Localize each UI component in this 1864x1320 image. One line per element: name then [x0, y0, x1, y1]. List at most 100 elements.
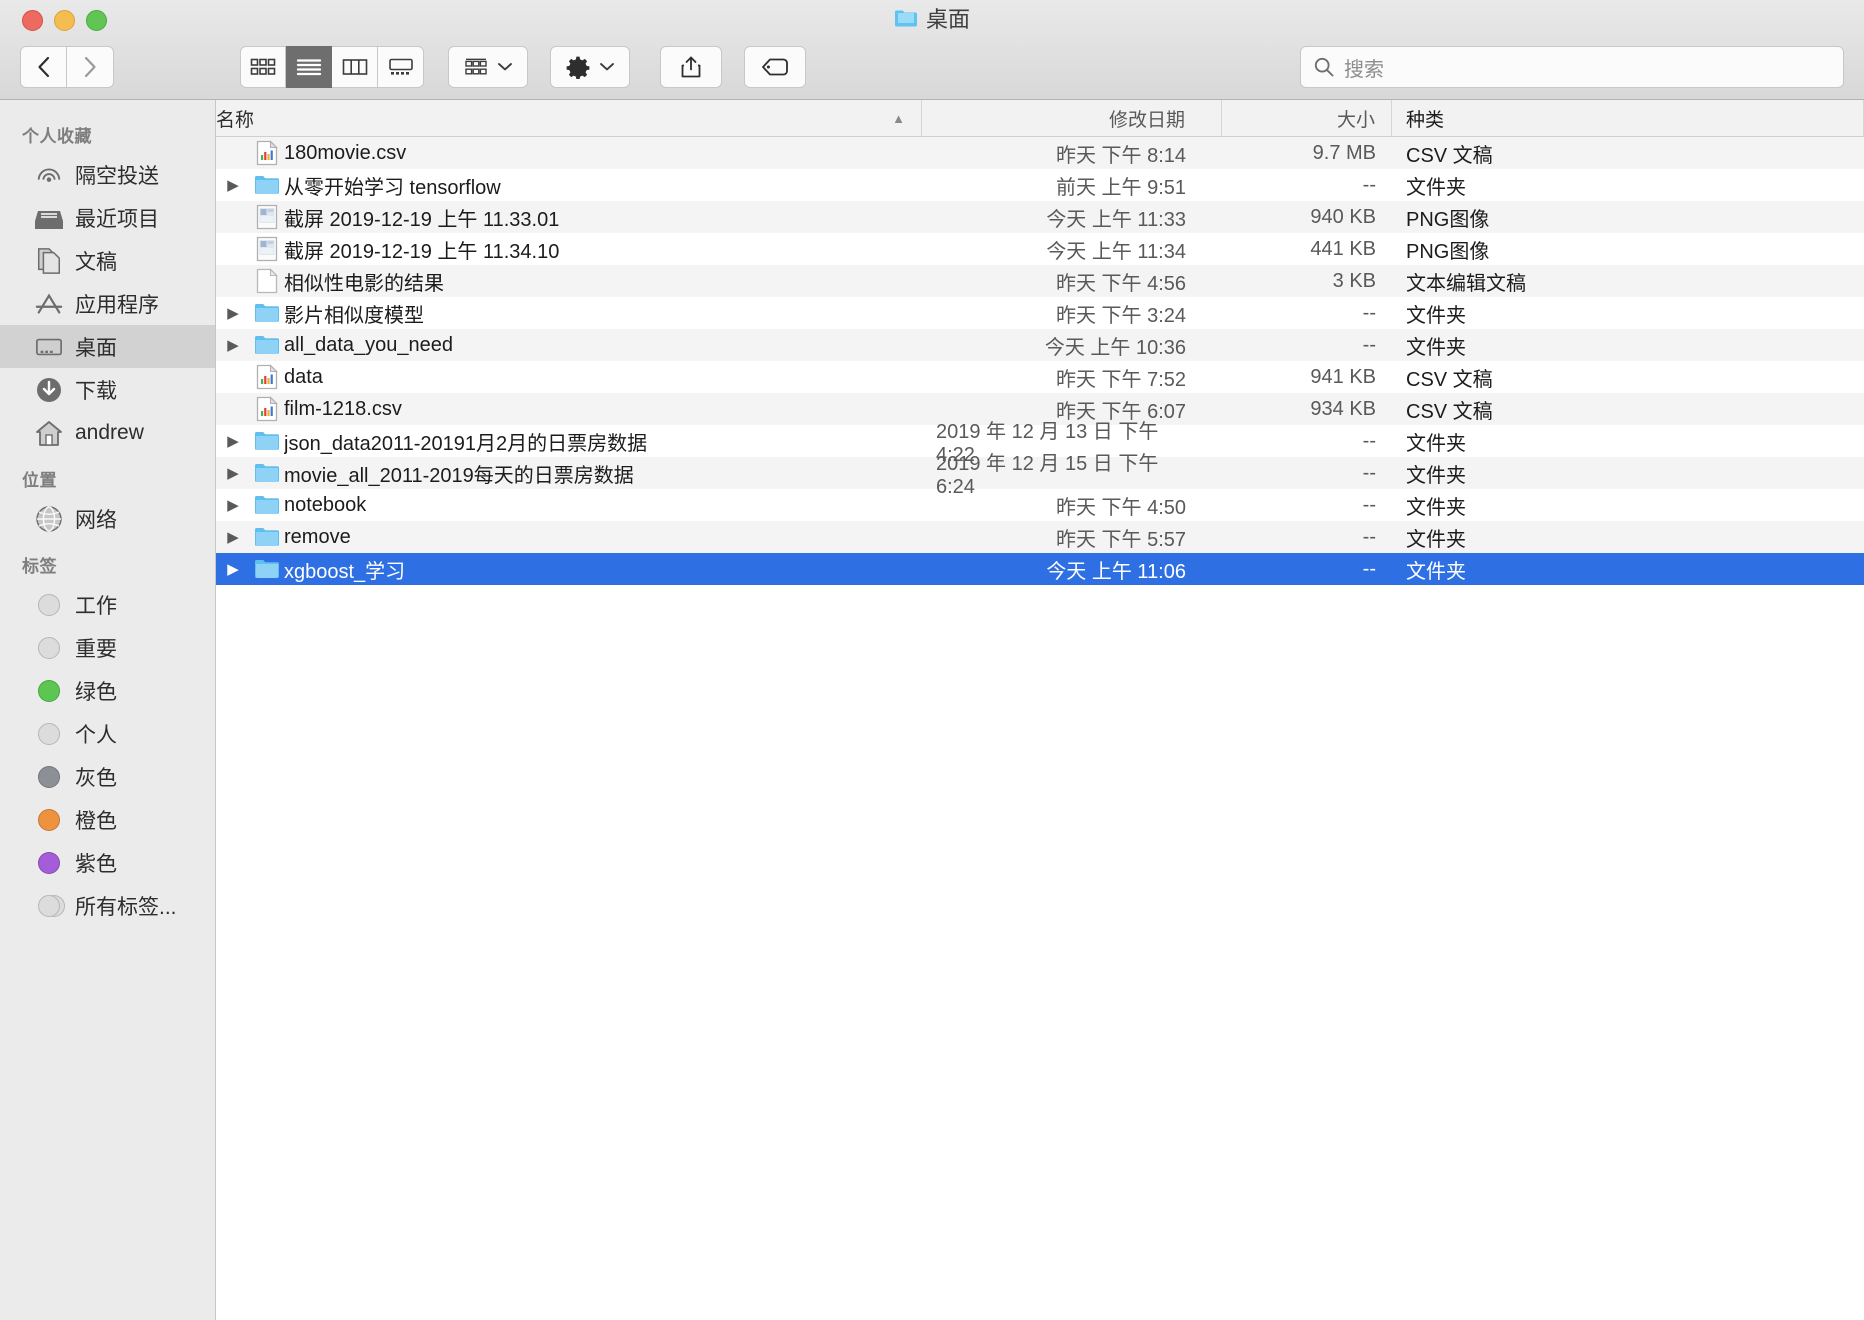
disclosure-triangle-icon[interactable]: ▶ [216, 560, 250, 578]
view-mode-buttons [240, 46, 424, 88]
file-size-cell: -- [1362, 333, 1376, 356]
folder-icon [250, 334, 284, 356]
column-header-date[interactable]: 修改日期 [922, 100, 1222, 136]
table-row[interactable]: 相似性电影的结果 昨天 下午 4:56 3 KB 文本编辑文稿 [216, 265, 1864, 297]
sidebar-section-header: 位置 [22, 471, 57, 490]
table-row[interactable]: ▶ 从零开始学习 tensorflow 前天 上午 9:51 -- 文件夹 [216, 169, 1864, 201]
view-as-list-button[interactable] [286, 46, 332, 88]
chevron-down-icon [599, 63, 614, 71]
edit-tags-button[interactable] [744, 46, 806, 88]
table-row[interactable]: data 昨天 下午 7:52 941 KB CSV 文稿 [216, 361, 1864, 393]
airdrop-icon [37, 168, 61, 182]
file-kind-cell: 文件夹 [1406, 176, 1466, 199]
desktop-icon [34, 332, 64, 362]
table-row[interactable]: ▶ notebook 昨天 下午 4:50 -- 文件夹 [216, 489, 1864, 521]
view-as-columns-button[interactable] [332, 46, 378, 88]
sidebar-section-header: 个人收藏 [22, 127, 92, 146]
disclosure-triangle-icon[interactable]: ▶ [216, 176, 250, 194]
sidebar-item-所有标签-[interactable]: 所有标签... [0, 884, 215, 927]
folder-icon [894, 10, 917, 27]
search-placeholder: 搜索 [1344, 58, 1384, 81]
tag-dot-icon [34, 848, 64, 878]
column-header-name[interactable]: 名称 ▲ [216, 100, 922, 136]
share-button[interactable] [660, 46, 722, 88]
csv-file-icon [250, 140, 284, 166]
table-row[interactable]: 180movie.csv 昨天 下午 8:14 9.7 MB CSV 文稿 [216, 137, 1864, 169]
view-as-gallery-button[interactable] [378, 46, 424, 88]
view-as-icons-button[interactable] [240, 46, 286, 88]
file-size-cell: 3 KB [1332, 269, 1376, 292]
file-date-cell: 今天 上午 11:33 [1046, 208, 1186, 231]
disclosure-triangle-icon[interactable]: ▶ [216, 528, 250, 546]
applications-icon [35, 292, 63, 314]
sidebar-item-最近项目[interactable]: 最近项目 [0, 196, 215, 239]
forward-button[interactable] [67, 46, 114, 88]
csv-file-icon [250, 396, 284, 422]
sidebar-item-工作[interactable]: 工作 [0, 583, 215, 626]
folder-icon [255, 304, 279, 323]
folder-icon [250, 558, 284, 580]
file-date-cell: 昨天 下午 7:52 [1055, 368, 1186, 391]
window-body: 个人收藏 隔空投送 最近项目 文稿 应用程序 桌面 下载 andrew 位置 网络 标签 工作 重要 绿色… [0, 100, 1864, 1320]
csv-file-icon [256, 140, 278, 166]
folder-icon [250, 302, 284, 324]
column-header-kind-label: 种类 [1406, 109, 1445, 131]
disclosure-triangle-icon[interactable]: ▶ [216, 496, 250, 514]
sidebar-item-label: 最近项目 [75, 207, 159, 231]
back-button[interactable] [20, 46, 67, 88]
folder-icon [250, 430, 284, 452]
file-name-label: 相似性电影的结果 [284, 272, 444, 295]
file-kind-cell: PNG图像 [1406, 208, 1490, 231]
sidebar-item-桌面[interactable]: 桌面 [0, 325, 215, 368]
disclosure-triangle-icon[interactable]: ▶ [216, 432, 250, 450]
disclosure-triangle-icon[interactable]: ▶ [216, 304, 250, 322]
disclosure-triangle-icon[interactable]: ▶ [216, 464, 250, 482]
table-row[interactable]: 截屏 2019-12-19 上午 11.34.10 今天 上午 11:34 441 … [216, 233, 1864, 265]
sidebar-item-隔空投送[interactable]: 隔空投送 [0, 153, 215, 196]
file-name-cell: 相似性电影的结果 [216, 265, 922, 297]
sidebar-item-下载[interactable]: 下载 [0, 368, 215, 411]
table-row[interactable]: ▶ movie_all_2011-2019每天的日票房数据 2019 年 12 月 … [216, 453, 1864, 498]
file-date-cell: 昨天 下午 4:56 [1055, 272, 1186, 295]
file-size-cell: -- [1362, 173, 1376, 196]
home-icon [36, 420, 62, 446]
column-header-kind[interactable]: 种类 [1392, 100, 1864, 136]
tag-dot-icon [34, 719, 64, 749]
file-name-cell: ▶ json_data2011-20191月2月的日票房数据 [216, 425, 922, 457]
tag-dot-icon [38, 636, 60, 659]
sidebar-item-label: 应用程序 [75, 293, 159, 317]
table-row[interactable]: ▶ all_data_you_need 今天 上午 10:36 -- 文件夹 [216, 329, 1864, 361]
file-list: 名称 ▲ 修改日期 大小 种类 180movie.csv 昨天 下午 8:14 9.… [216, 100, 1864, 1320]
sidebar-item-label: 工作 [75, 594, 117, 618]
action-menu-button[interactable] [550, 46, 630, 88]
group-by-icon [464, 58, 487, 75]
file-kind-cell: 文件夹 [1406, 432, 1466, 455]
table-row[interactable]: ▶ 影片相似度模型 昨天 下午 3:24 -- 文件夹 [216, 297, 1864, 329]
csv-file-icon [256, 364, 278, 390]
sidebar-item-绿色[interactable]: 绿色 [0, 669, 215, 712]
sidebar-item-label: 所有标签... [75, 895, 177, 919]
file-name-label: all_data_you_need [284, 333, 454, 356]
sidebar-item-重要[interactable]: 重要 [0, 626, 215, 669]
group-by-button[interactable] [448, 46, 528, 88]
file-name-cell: data [216, 361, 922, 393]
sidebar-item-紫色[interactable]: 紫色 [0, 841, 215, 884]
sidebar-item-应用程序[interactable]: 应用程序 [0, 282, 215, 325]
sidebar-item-网络[interactable]: 网络 [0, 497, 215, 540]
table-row[interactable]: ▶ remove 昨天 下午 5:57 -- 文件夹 [216, 521, 1864, 553]
folder-icon [255, 464, 279, 483]
window-title: 桌面 [0, 0, 1864, 36]
disclosure-triangle-icon[interactable]: ▶ [216, 336, 250, 354]
sidebar-item-灰色[interactable]: 灰色 [0, 755, 215, 798]
sort-ascending-icon: ▲ [892, 110, 905, 126]
sidebar-item-andrew[interactable]: andrew [0, 411, 215, 454]
sidebar-item-文稿[interactable]: 文稿 [0, 239, 215, 282]
search-field[interactable]: 搜索 [1300, 46, 1844, 88]
column-header-size[interactable]: 大小 [1222, 100, 1392, 136]
table-row[interactable]: ▶ xgboost_学习 今天 上午 11:06 -- 文件夹 [216, 553, 1864, 585]
sidebar-item-橙色[interactable]: 橙色 [0, 798, 215, 841]
sidebar-item-个人[interactable]: 个人 [0, 712, 215, 755]
table-row[interactable]: 截屏 2019-12-19 上午 11.33.01 今天 上午 11:33 940 … [216, 201, 1864, 233]
folder-icon [250, 526, 284, 548]
column-header-row: 名称 ▲ 修改日期 大小 种类 [216, 100, 1864, 137]
